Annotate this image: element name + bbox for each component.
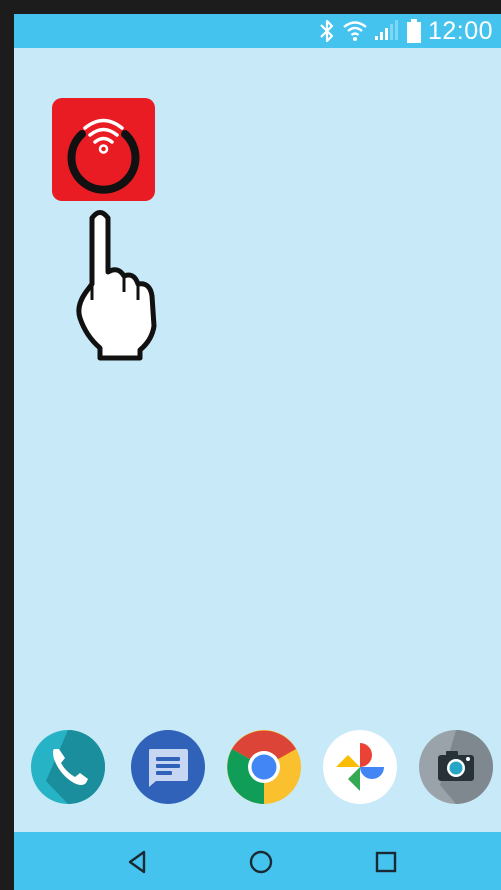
power-wifi-symbol-icon [67,118,140,194]
dock-phone-app[interactable] [30,729,106,805]
tap-hand-icon [76,210,157,361]
back-icon[interactable] [120,844,156,880]
dock-photos-app[interactable] [322,729,398,805]
navigation-bar [14,832,501,890]
wifi-power-app-icon[interactable] [52,98,155,201]
status-clock: 12:00 [427,17,493,45]
bluetooth-icon [320,19,334,43]
camera-icon [419,730,493,804]
phone-frame: 12:00 [0,0,501,890]
phone-icon [31,730,105,804]
home-icon[interactable] [243,844,279,880]
chrome-icon [227,730,301,804]
dock-chrome-app[interactable] [226,729,302,805]
status-icons: 12:00 [318,14,493,48]
signal-icon [374,20,398,40]
status-bar: 12:00 [14,14,501,48]
battery-icon [406,19,421,43]
dock-camera-app[interactable] [418,729,494,805]
photos-icon [323,730,397,804]
home-screen: 12:00 [14,14,501,890]
wifi-icon [343,21,367,41]
recents-icon[interactable] [368,844,404,880]
app-dock [14,729,501,809]
messages-icon [131,730,205,804]
dock-messages-app[interactable] [130,729,206,805]
